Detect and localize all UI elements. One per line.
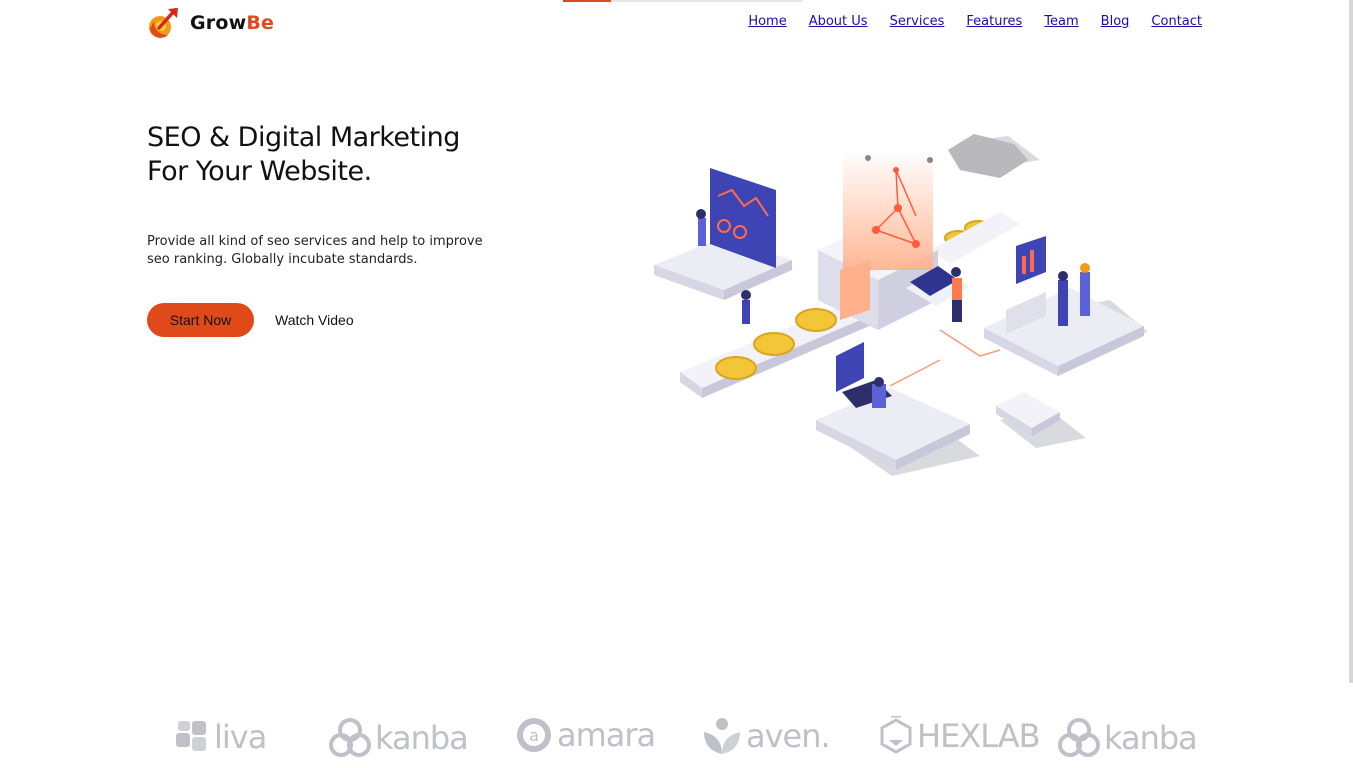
partner-name: aven. <box>746 717 831 755</box>
brand-name: GrowBe <box>190 12 275 34</box>
svg-text:a: a <box>529 726 539 745</box>
nav-blog-link[interactable]: Blog <box>1101 14 1130 29</box>
partner-logos: liva kanba a amara aven. HEXLAB kanba <box>0 710 1353 768</box>
rings-icon <box>1058 718 1100 757</box>
reading-progress-fill <box>563 0 611 2</box>
partner-name: kanba <box>1104 719 1198 757</box>
nav-team-link[interactable]: Team <box>1044 14 1078 29</box>
hexagon-flask-icon <box>880 716 912 754</box>
hero-description: Provide all kind of seo services and hel… <box>147 234 483 267</box>
partner-logo-kanba: kanba <box>329 718 469 758</box>
partner-logo-kanba-2: kanba <box>1058 718 1198 758</box>
nav-home-link[interactable]: Home <box>748 14 786 29</box>
badge-icon: a <box>517 718 551 752</box>
partner-logo-aven: aven. <box>702 716 831 756</box>
partner-logo-amara: a amara <box>515 716 656 754</box>
rocket-arrow-icon <box>149 8 178 38</box>
partner-logo-hexlab: HEXLAB <box>879 716 1041 756</box>
nav-features-link[interactable]: Features <box>966 14 1022 29</box>
leaf-heart-icon <box>704 718 740 754</box>
hero-title: SEO & Digital Marketing For Your Website… <box>147 122 460 187</box>
nav-about-link[interactable]: About Us <box>809 14 868 29</box>
nav-contact-link[interactable]: Contact <box>1151 14 1202 29</box>
partner-name: liva <box>214 718 267 756</box>
partner-logo-liva: liva <box>174 718 267 756</box>
partner-name: HEXLAB <box>917 717 1041 755</box>
start-now-button[interactable]: Start Now <box>147 303 254 337</box>
site-logo[interactable]: GrowBe <box>146 5 274 41</box>
page-scrollbar[interactable] <box>1349 0 1353 683</box>
puzzle-icon <box>176 721 206 751</box>
main-navigation: Home About Us Services Features Team Blo… <box>748 14 1202 29</box>
scrollbar-thumb[interactable] <box>1349 0 1353 683</box>
rings-icon <box>329 718 371 757</box>
nav-services-link[interactable]: Services <box>890 14 945 29</box>
isometric-seo-illustration <box>654 134 1148 476</box>
watch-video-link[interactable]: Watch Video <box>275 312 354 328</box>
partner-name: amara <box>557 716 656 754</box>
reading-progress-bar <box>563 0 803 2</box>
partner-name: kanba <box>375 719 469 757</box>
